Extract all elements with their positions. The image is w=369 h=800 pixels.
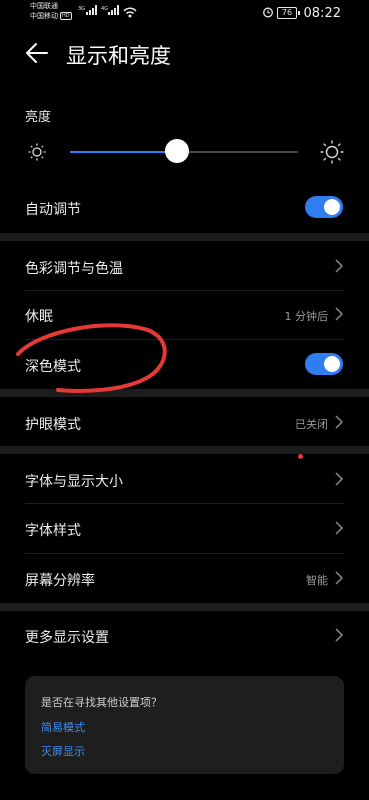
eye-comfort-label: 护眼模式 bbox=[25, 417, 81, 433]
section-separator bbox=[0, 389, 369, 397]
signal-icon-2 bbox=[108, 5, 120, 15]
chevron-right-icon bbox=[335, 307, 344, 321]
section-separator bbox=[0, 233, 369, 241]
more-display-label: 更多显示设置 bbox=[25, 630, 109, 646]
row-divider bbox=[25, 339, 344, 340]
status-bar: 中国联通 中国移动 HD 3G 4G 76 08:22 bbox=[0, 0, 369, 28]
battery-indicator: 76 bbox=[277, 7, 300, 19]
annotation-dot bbox=[298, 454, 303, 459]
section-separator bbox=[0, 603, 369, 611]
dark-mode-label: 深色模式 bbox=[25, 359, 81, 375]
toggle-knob bbox=[324, 199, 340, 215]
chevron-right-icon bbox=[335, 472, 344, 486]
status-time: 08:22 bbox=[303, 6, 341, 21]
suggestion-question: 是否在寻找其他设置项？ bbox=[41, 696, 162, 709]
suggestion-card: 是否在寻找其他设置项？ 简易模式 灭屏显示 bbox=[25, 676, 344, 774]
signal-icon-1 bbox=[86, 5, 98, 15]
carrier-2-label: 中国移动 bbox=[30, 12, 58, 20]
eye-comfort-value: 已关闭 bbox=[295, 418, 328, 431]
brightness-high-icon bbox=[320, 140, 344, 164]
font-size-label: 字体与显示大小 bbox=[25, 474, 123, 490]
chevron-right-icon bbox=[335, 571, 344, 585]
hd-badge: HD bbox=[60, 12, 72, 20]
section-separator bbox=[0, 446, 369, 454]
color-temp-label: 色彩调节与色温 bbox=[25, 261, 123, 277]
brightness-low-icon bbox=[28, 143, 46, 161]
slider-thumb[interactable] bbox=[165, 139, 189, 163]
carrier-2: 中国移动 HD bbox=[30, 12, 72, 21]
wifi-icon bbox=[123, 7, 137, 18]
easy-mode-link[interactable]: 简易模式 bbox=[41, 719, 85, 735]
chevron-right-icon bbox=[335, 415, 344, 429]
sleep-value: 1 分钟后 bbox=[284, 310, 329, 323]
auto-adjust-label: 自动调节 bbox=[25, 202, 81, 218]
network-tag-2: 4G bbox=[101, 6, 109, 12]
toggle-knob bbox=[324, 356, 340, 372]
back-arrow-icon[interactable] bbox=[24, 41, 50, 65]
alarm-icon bbox=[263, 7, 273, 18]
resolution-label: 屏幕分辨率 bbox=[25, 573, 95, 589]
dark-mode-toggle[interactable] bbox=[305, 353, 343, 375]
carrier-1: 中国联通 bbox=[30, 2, 58, 10]
brightness-label: 亮度 bbox=[25, 110, 52, 125]
row-divider bbox=[25, 290, 344, 291]
slider-track-filled bbox=[70, 151, 177, 153]
page-title: 显示和亮度 bbox=[66, 44, 171, 68]
network-tag-1: 3G bbox=[78, 6, 86, 12]
font-style-label: 字体样式 bbox=[25, 523, 81, 539]
row-divider bbox=[25, 503, 344, 504]
auto-adjust-toggle[interactable] bbox=[305, 196, 343, 218]
chevron-right-icon bbox=[335, 628, 344, 642]
sleep-label: 休眠 bbox=[25, 309, 53, 325]
row-divider bbox=[25, 553, 344, 554]
chevron-right-icon bbox=[335, 259, 344, 273]
resolution-value: 智能 bbox=[306, 574, 328, 587]
aod-link[interactable]: 灭屏显示 bbox=[41, 743, 85, 759]
chevron-right-icon bbox=[335, 521, 344, 535]
slider-track-empty bbox=[177, 151, 298, 153]
